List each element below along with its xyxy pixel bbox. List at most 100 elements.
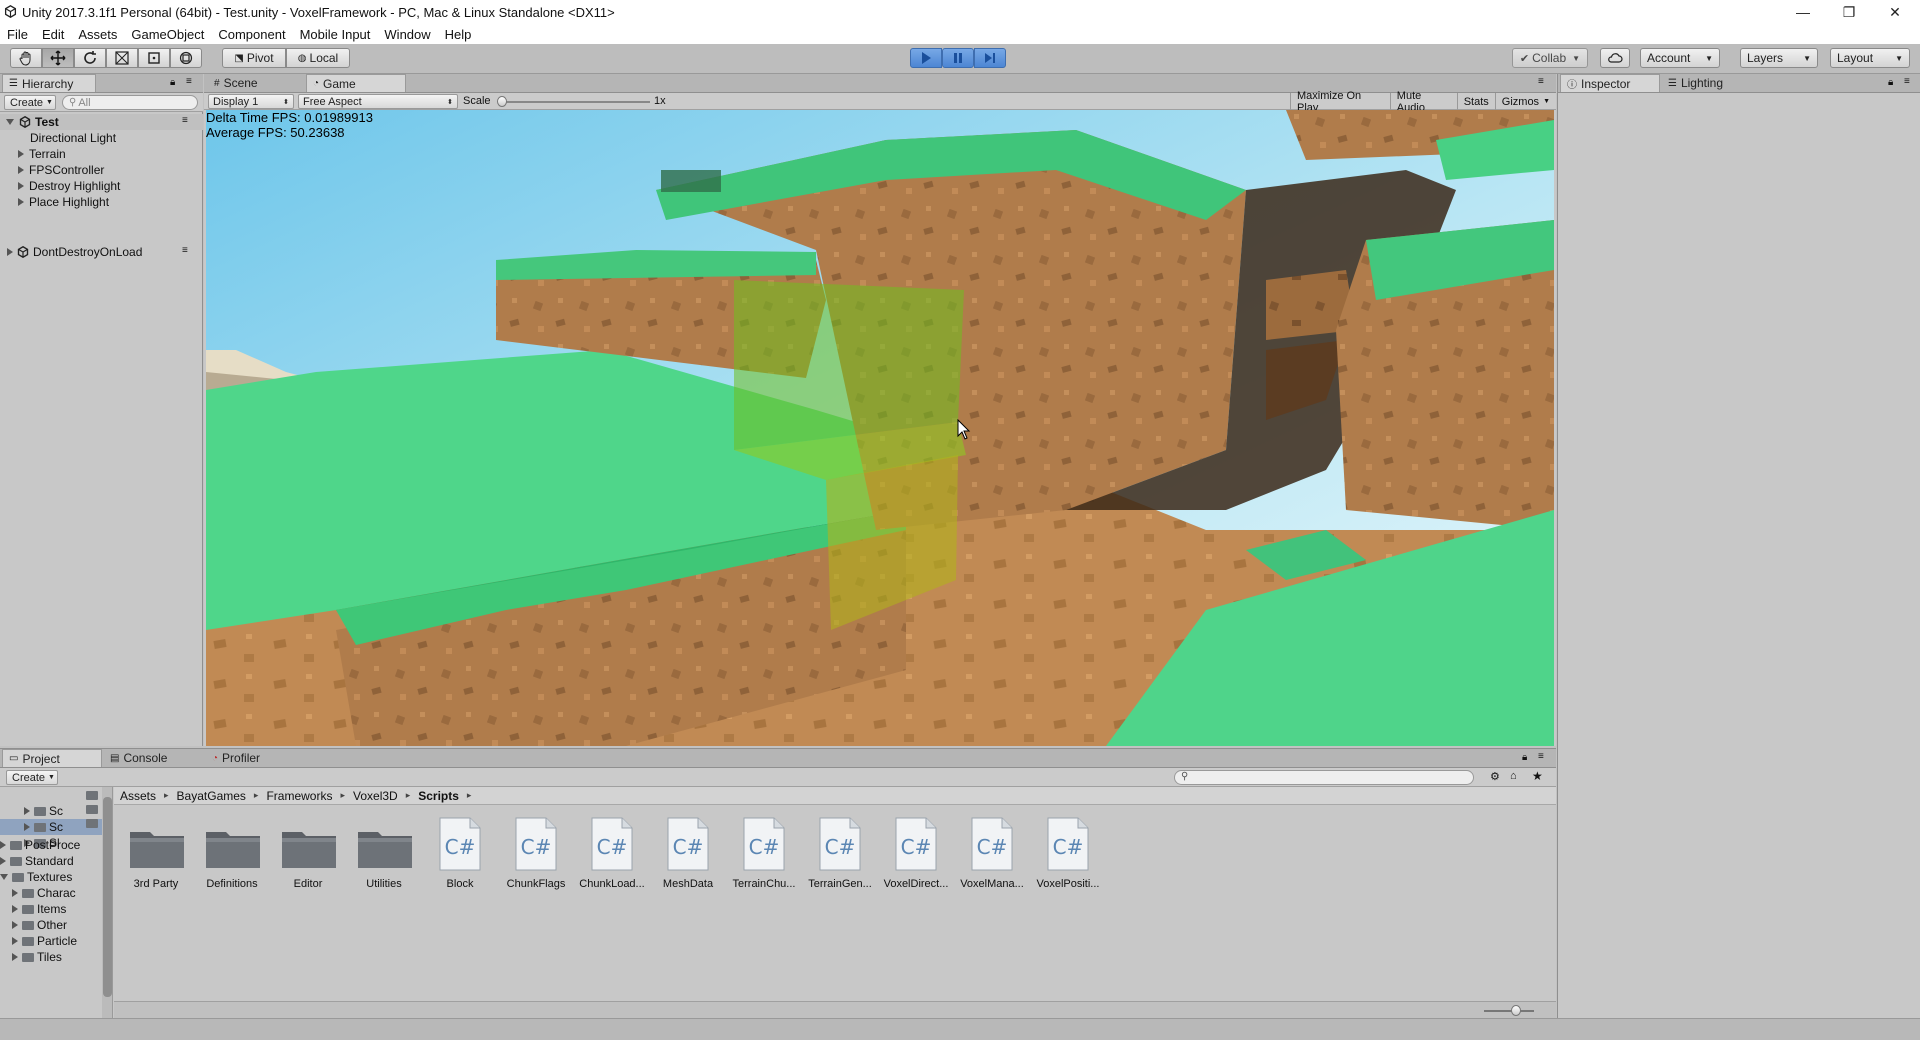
aspect-dropdown[interactable]: Free Aspect ⬍ <box>298 94 458 109</box>
local-toggle-button[interactable]: ◍ Local <box>286 48 350 68</box>
gizmos-dropdown[interactable]: Gizmos ▼ <box>1494 93 1556 110</box>
expand-triangle-icon[interactable] <box>7 248 13 256</box>
hierarchy-item[interactable]: Place Highlight <box>0 194 203 210</box>
tab-project[interactable]: ▭ Project <box>2 749 102 767</box>
hand-tool-button[interactable] <box>10 48 42 68</box>
asset-script[interactable]: C# ChunkLoad... <box>574 806 650 896</box>
move-tool-button[interactable] <box>42 48 74 68</box>
lock-icon[interactable]: 🔒︎ <box>1888 77 1893 88</box>
hierarchy-item[interactable]: Directional Light <box>0 130 203 146</box>
scene-row[interactable]: Test ≡ <box>0 114 203 130</box>
layers-dropdown[interactable]: Layers ▼ <box>1740 48 1818 68</box>
dontdestroy-row[interactable]: DontDestroyOnLoad ≡ <box>0 244 203 260</box>
expand-triangle-icon[interactable] <box>6 119 14 125</box>
asset-folder[interactable]: 3rd Party <box>118 806 194 896</box>
expand-triangle-icon[interactable] <box>0 874 8 880</box>
asset-folder[interactable]: Editor <box>270 806 346 896</box>
hierarchy-item[interactable]: Terrain <box>0 146 203 162</box>
menu-item-file[interactable]: File <box>0 27 35 42</box>
cloud-button[interactable] <box>1600 48 1630 68</box>
rotate-tool-button[interactable] <box>74 48 106 68</box>
transform-tool-button[interactable] <box>170 48 202 68</box>
project-search-input[interactable]: ⚲ <box>1174 770 1474 785</box>
breadcrumb-item[interactable]: BayatGames <box>177 789 246 803</box>
project-tree-item[interactable]: Tiles <box>0 949 102 965</box>
step-button[interactable] <box>974 48 1006 68</box>
asset-script[interactable]: C# VoxelDirect... <box>878 806 954 896</box>
rect-tool-button[interactable] <box>138 48 170 68</box>
menu-item-component[interactable]: Component <box>211 27 292 42</box>
asset-folder[interactable]: Definitions <box>194 806 270 896</box>
panel-menu-icon[interactable]: ≡ <box>1538 751 1544 762</box>
project-tree-item[interactable]: Items <box>0 901 102 917</box>
play-button[interactable] <box>910 48 942 68</box>
menu-item-gameobject[interactable]: GameObject <box>124 27 211 42</box>
expand-triangle-icon[interactable] <box>12 905 18 913</box>
project-tree-item[interactable]: PostProce <box>0 837 102 853</box>
tab-hierarchy[interactable]: ☰ Hierarchy <box>2 74 96 92</box>
tab-profiler[interactable]: ◔ Profiler <box>206 749 306 767</box>
expand-triangle-icon[interactable] <box>0 857 6 865</box>
tab-console[interactable]: ▤ Console <box>104 749 204 767</box>
expand-triangle-icon[interactable] <box>0 841 6 849</box>
tab-lighting[interactable]: ☰ Lighting <box>1662 74 1762 92</box>
tab-game[interactable]: ◔ Game <box>306 74 406 92</box>
asset-script[interactable]: C# VoxelPositi... <box>1030 806 1106 896</box>
asset-script[interactable]: C# MeshData <box>650 806 726 896</box>
mute-audio-toggle[interactable]: Mute Audio <box>1389 90 1457 114</box>
menu-item-window[interactable]: Window <box>377 27 437 42</box>
favorite-star-icon[interactable]: ★ <box>1532 769 1543 783</box>
maximize-on-play-toggle[interactable]: Maximize On Play <box>1290 90 1390 114</box>
hierarchy-item[interactable]: Destroy Highlight <box>0 178 203 194</box>
expand-triangle-icon[interactable] <box>24 823 30 831</box>
pivot-toggle-button[interactable]: ⬔ Pivot <box>222 48 286 68</box>
expand-triangle-icon[interactable] <box>12 889 18 897</box>
panel-menu-icon[interactable]: ≡ <box>1904 76 1910 87</box>
tab-scene[interactable]: # Scene <box>208 74 306 92</box>
breadcrumb-item[interactable]: Voxel3D <box>353 789 398 803</box>
dontdestroy-menu-icon[interactable]: ≡ <box>182 245 188 256</box>
layout-dropdown[interactable]: Layout ▼ <box>1830 48 1910 68</box>
expand-triangle-icon[interactable] <box>24 807 30 815</box>
tab-inspector[interactable]: ⓘ Inspector <box>1560 74 1660 92</box>
expand-triangle-icon[interactable] <box>12 921 18 929</box>
account-dropdown[interactable]: Account ▼ <box>1640 48 1720 68</box>
stats-toggle[interactable]: Stats <box>1456 93 1495 110</box>
panel-menu-icon[interactable]: ≡ <box>1538 76 1544 87</box>
expand-triangle-icon[interactable] <box>18 198 24 206</box>
menu-item-help[interactable]: Help <box>438 27 479 42</box>
close-button[interactable]: ✕ <box>1872 0 1918 24</box>
panel-menu-icon[interactable]: ≡ <box>186 76 192 87</box>
restore-button[interactable]: ❐ <box>1826 0 1872 24</box>
lock-icon[interactable]: 🔒︎ <box>1522 752 1527 763</box>
expand-triangle-icon[interactable] <box>12 953 18 961</box>
collab-dropdown[interactable]: ✔ Collab ▼ <box>1512 48 1588 68</box>
project-tree-item[interactable]: Standard <box>0 853 102 869</box>
icon-size-slider-track[interactable] <box>1484 1010 1534 1012</box>
project-tree-item[interactable]: Textures <box>0 869 102 885</box>
expand-triangle-icon[interactable] <box>12 937 18 945</box>
lock-icon[interactable]: 🔒︎ <box>170 77 175 88</box>
minimize-button[interactable]: — <box>1780 0 1826 24</box>
project-tree-item[interactable]: Particle <box>0 933 102 949</box>
expand-triangle-icon[interactable] <box>18 166 24 174</box>
project-create-dropdown[interactable]: Create ▼ <box>6 770 58 785</box>
project-tree-item[interactable]: Charac <box>0 885 102 901</box>
menu-item-mobile-input[interactable]: Mobile Input <box>293 27 378 42</box>
project-tree-item[interactable]: Other <box>0 917 102 933</box>
menu-item-assets[interactable]: Assets <box>71 27 124 42</box>
scale-slider-track[interactable] <box>500 101 650 103</box>
breadcrumb-item[interactable]: Scripts <box>418 789 459 803</box>
asset-script[interactable]: C# TerrainChu... <box>726 806 802 896</box>
menu-item-edit[interactable]: Edit <box>35 27 71 42</box>
tree-scrollbar[interactable] <box>102 787 112 1019</box>
icon-size-slider-thumb[interactable] <box>1511 1005 1521 1016</box>
asset-script[interactable]: C# VoxelMana... <box>954 806 1030 896</box>
scale-slider-thumb[interactable] <box>497 96 507 107</box>
tree-scrollbar-thumb[interactable] <box>103 797 112 997</box>
game-viewport[interactable] <box>206 110 1554 746</box>
hierarchy-item[interactable]: FPSController <box>0 162 203 178</box>
asset-script[interactable]: C# TerrainGen... <box>802 806 878 896</box>
asset-script[interactable]: C# Block <box>422 806 498 896</box>
scene-menu-icon[interactable]: ≡ <box>182 115 188 126</box>
